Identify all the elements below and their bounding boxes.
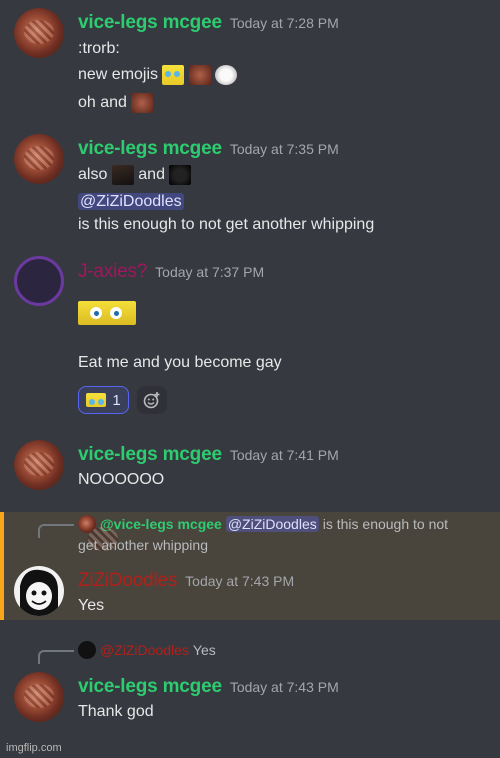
username[interactable]: ZiZiDoodles — [78, 570, 177, 591]
avatar[interactable] — [14, 134, 64, 184]
zizi-avatar-icon — [20, 569, 58, 616]
message-header: vice-legs mcgee Today at 7:43 PM — [78, 676, 339, 698]
brain-emoji-icon[interactable] — [188, 64, 211, 85]
message-text: Yes — [78, 597, 105, 614]
dark-figure-emoji-icon[interactable] — [111, 164, 134, 185]
reply-text: get another whipping — [78, 537, 208, 553]
timestamp: Today at 7:37 PM — [155, 264, 265, 280]
add-reaction-button[interactable] — [137, 386, 167, 414]
username[interactable]: J-axies? — [78, 261, 147, 282]
reply-avatar — [78, 641, 96, 659]
reply-connector — [38, 524, 74, 538]
message-text: Thank god — [78, 703, 154, 720]
reply-text: Yes — [192, 642, 216, 658]
reply-text: is this enough to not — [322, 516, 449, 532]
reply-username[interactable]: @ZiZiDoodles — [100, 642, 189, 658]
reply-preview[interactable]: @vice-legs mcgee @ZiZiDoodles is this en… — [78, 515, 448, 533]
message-text: and — [138, 166, 165, 183]
message-text: new emojis — [78, 66, 159, 83]
user-mention[interactable]: @ZiZiDoodles — [78, 193, 184, 210]
reaction-button[interactable]: 1 — [78, 386, 129, 414]
timestamp: Today at 7:35 PM — [229, 141, 339, 157]
timestamp: Today at 7:43 PM — [185, 573, 295, 589]
timestamp: Today at 7:43 PM — [229, 679, 339, 695]
message-line: new emojis — [78, 64, 238, 86]
message-header: vice-legs mcgee Today at 7:41 PM — [78, 444, 339, 466]
avatar[interactable] — [14, 8, 64, 58]
message-header: vice-legs mcgee Today at 7:28 PM — [78, 12, 339, 34]
message-text: NOOOOOO — [78, 471, 165, 488]
message-header: vice-legs mcgee Today at 7:35 PM — [78, 138, 339, 160]
trollface-emoji-icon[interactable] — [215, 64, 238, 85]
message-text: is this enough to not get another whippi… — [78, 216, 375, 233]
username[interactable]: vice-legs mcgee — [78, 12, 222, 33]
black-creature-emoji-icon[interactable] — [169, 164, 192, 185]
message-header: J-axies? Today at 7:37 PM — [78, 261, 264, 283]
avatar[interactable] — [14, 440, 64, 490]
message-text: oh and — [78, 94, 127, 111]
message-text: Eat me and you become gay — [78, 354, 282, 371]
message-text: also — [78, 166, 108, 183]
avatar[interactable] — [14, 672, 64, 722]
reply-avatar — [78, 515, 96, 533]
reply-preview[interactable]: @ZiZiDoodles Yes — [78, 641, 216, 659]
reply-username[interactable]: @vice-legs mcgee — [100, 516, 222, 532]
avatar[interactable] — [14, 256, 64, 306]
message-text: :trorb: — [78, 40, 120, 57]
timestamp: Today at 7:28 PM — [229, 15, 339, 31]
username[interactable]: vice-legs mcgee — [78, 138, 222, 159]
watermark: imgflip.com — [6, 742, 62, 754]
reply-connector — [38, 650, 74, 664]
username[interactable]: vice-legs mcgee — [78, 444, 222, 465]
brain-emoji-icon[interactable] — [131, 92, 154, 113]
user-mention[interactable]: @ZiZiDoodles — [225, 516, 319, 532]
message-header: ZiZiDoodles Today at 7:43 PM — [78, 570, 294, 592]
spongebob-emoji-icon — [86, 393, 107, 407]
message-line: oh and — [78, 92, 154, 114]
reaction-count: 1 — [112, 391, 121, 409]
spongebob-emoji-icon[interactable] — [162, 64, 185, 85]
username[interactable]: vice-legs mcgee — [78, 676, 222, 697]
message-line: @ZiZiDoodles — [78, 191, 184, 213]
message-line: also and — [78, 164, 192, 186]
avatar[interactable] — [14, 566, 64, 616]
timestamp: Today at 7:41 PM — [229, 447, 339, 463]
add-reaction-icon — [143, 392, 160, 409]
spongebob-eyes-emoji-icon — [78, 301, 136, 325]
